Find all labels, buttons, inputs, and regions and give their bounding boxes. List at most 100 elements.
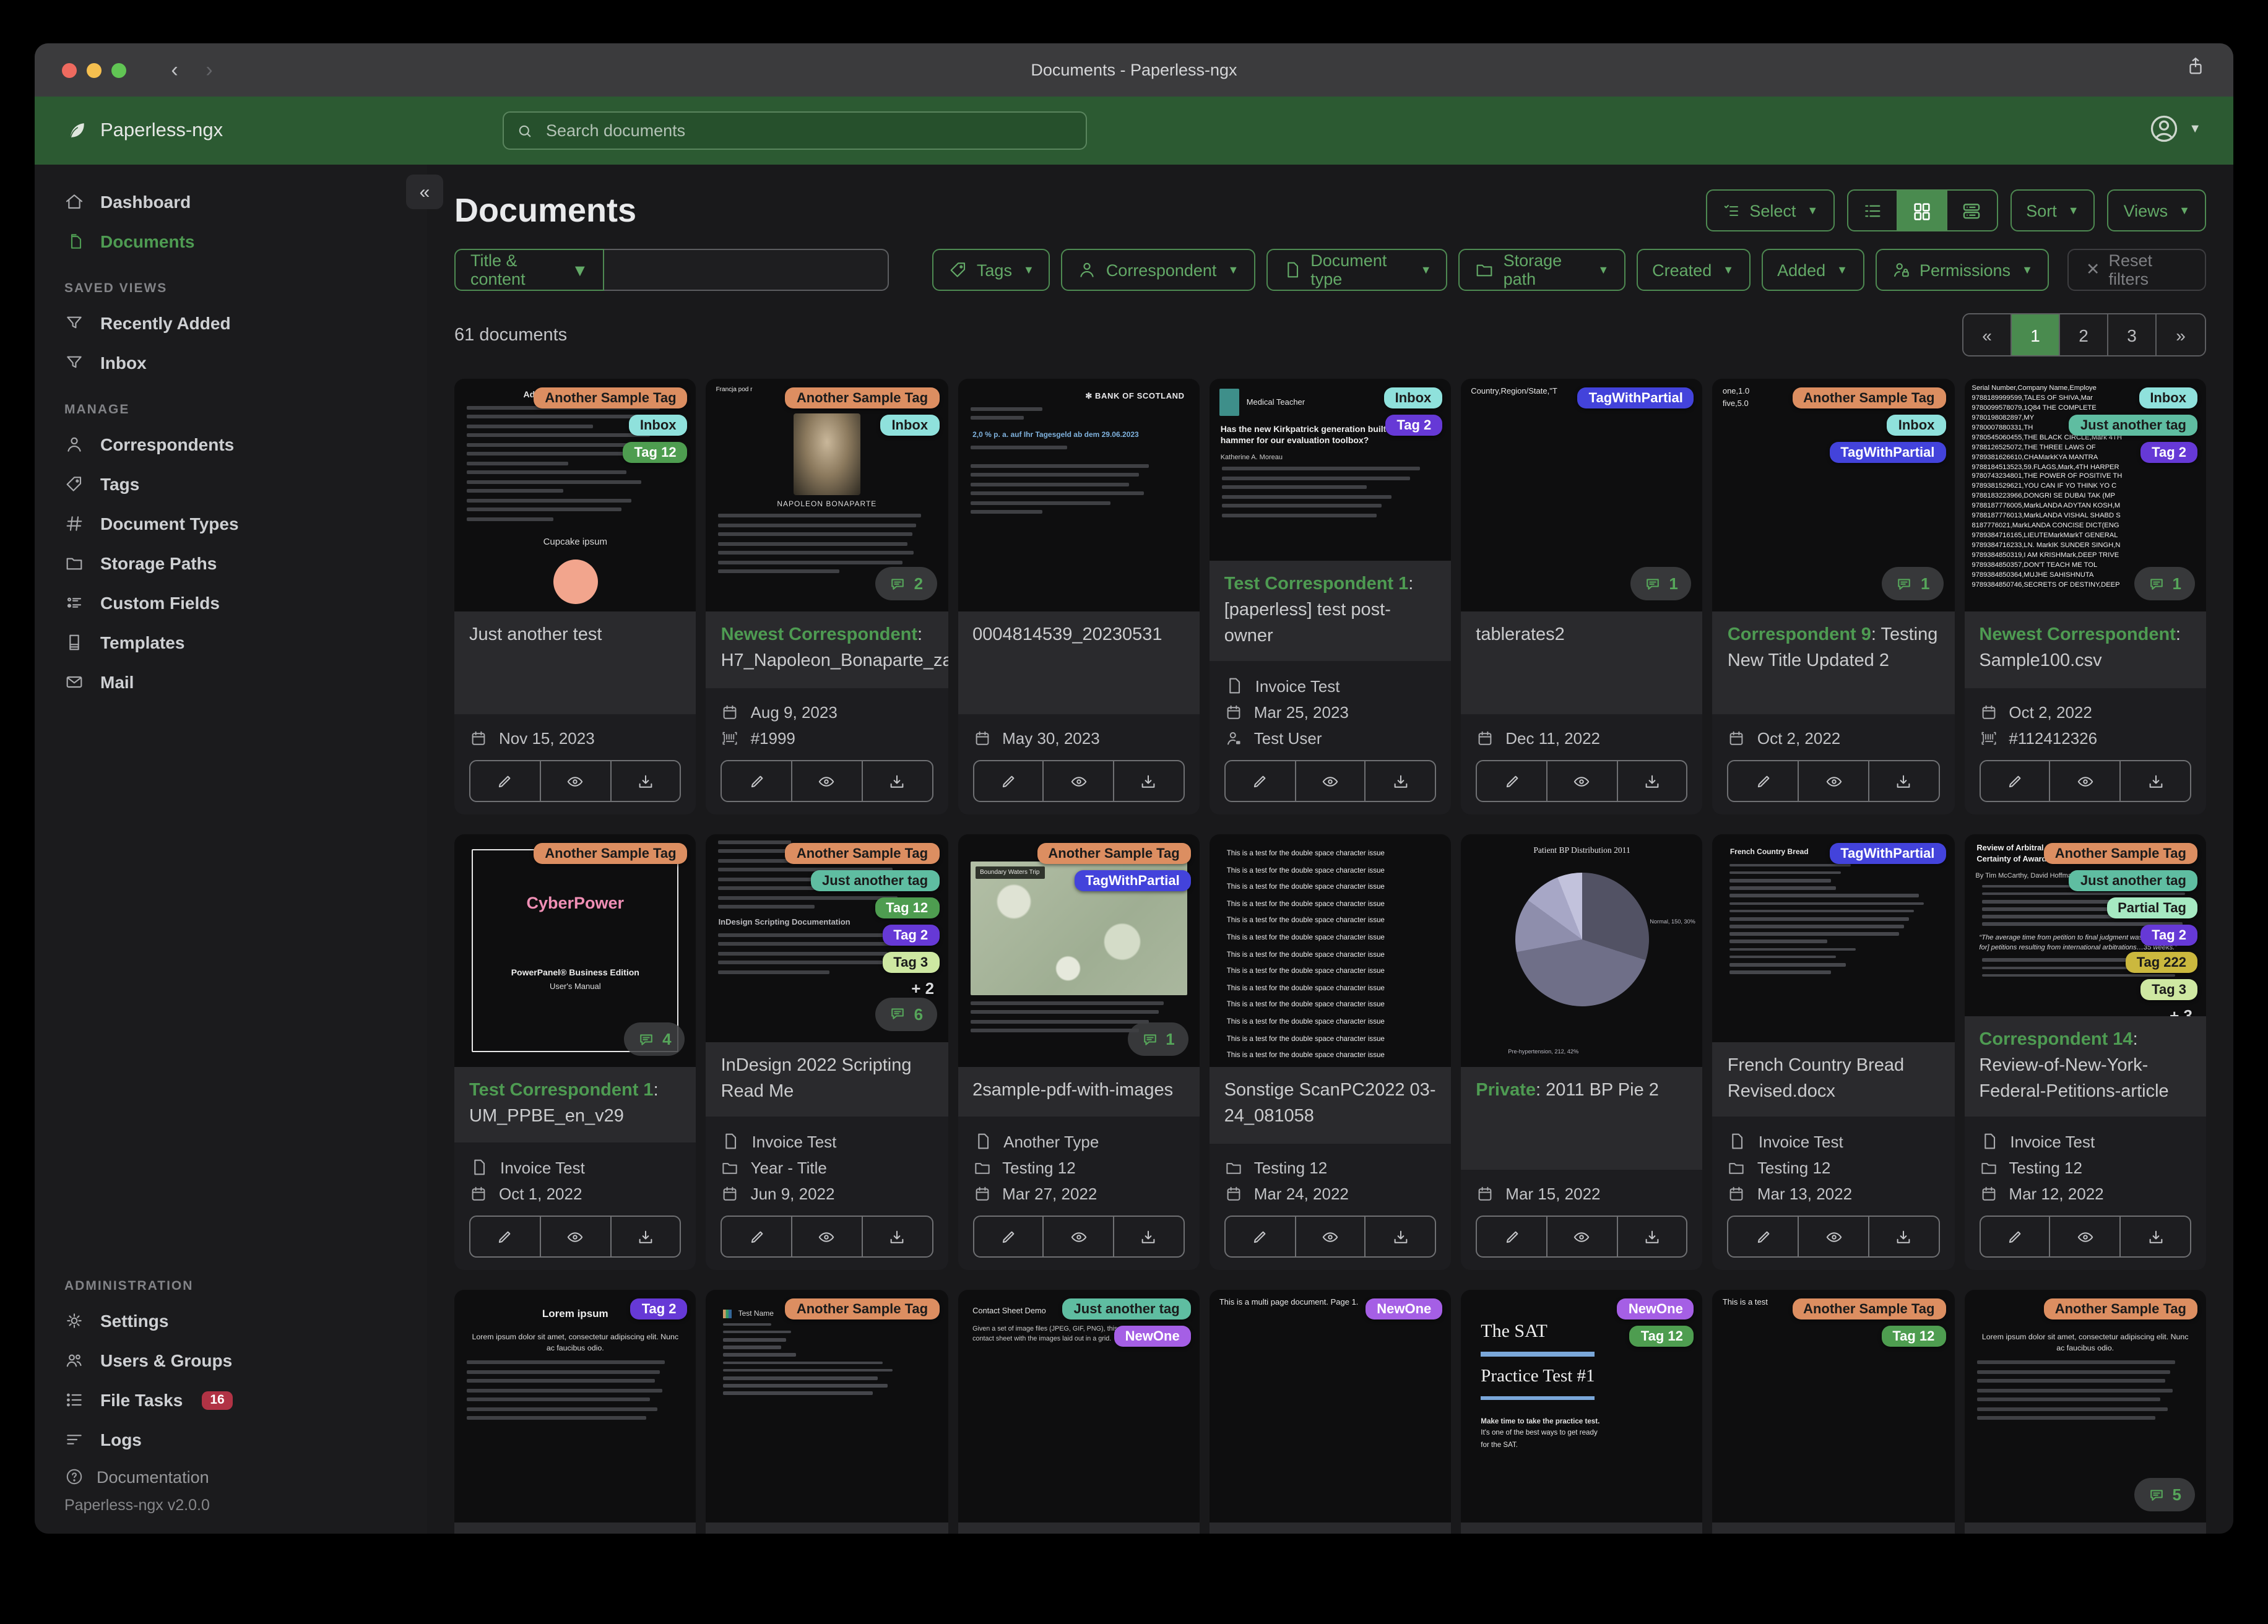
tag-another-sample-tag[interactable]: Another Sample Tag [534,387,688,408]
tag-another-sample-tag[interactable]: Another Sample Tag [785,843,940,864]
tag-tag-12[interactable]: Tag 12 [875,897,940,918]
sidebar-item-file-tasks[interactable]: File Tasks 16 [35,1380,427,1420]
tag-tagwithpartial[interactable]: TagWithPartial [1577,387,1694,408]
tag-another-sample-tag[interactable]: Another Sample Tag [785,1298,940,1320]
tag-newone[interactable]: NewOne [1366,1298,1443,1320]
document-title[interactable]: Private: 2011 BP Pie 2 [1476,1078,1688,1104]
download-button[interactable] [1869,1217,1938,1256]
tag-tag-12[interactable]: Tag 12 [623,442,688,463]
download-button[interactable] [2121,1217,2190,1256]
minimize-window-button[interactable] [87,63,102,77]
download-button[interactable] [1869,761,1938,801]
pagination-page-3[interactable]: 3 [2108,314,2157,355]
search-bar[interactable] [503,111,1087,150]
document-title[interactable]: Sonstige ScanPC2022 03-24_081058 [1224,1078,1437,1130]
browser-back-icon[interactable]: ‹ [163,58,186,82]
document-title[interactable]: French Country Bread Revised.docx [1728,1053,1940,1105]
correspondent-filter-button[interactable]: Correspondent ▼ [1061,249,1255,291]
close-window-button[interactable] [62,63,77,77]
download-button[interactable] [1366,761,1435,801]
tag-another-sample-tag[interactable]: Another Sample Tag [1792,1298,1946,1320]
tag-tag-2[interactable]: Tag 2 [630,1298,688,1320]
edit-button[interactable] [1980,1217,2051,1256]
storage-path-filter-button[interactable]: Storage path ▼ [1458,249,1625,291]
view-list-button[interactable] [1848,191,1898,230]
edit-button[interactable] [1477,761,1547,801]
edit-button[interactable] [1729,761,1799,801]
document-correspondent[interactable]: Newest Correspondent [1979,625,2175,645]
added-filter-button[interactable]: Added ▼ [1761,249,1864,291]
document-thumbnail[interactable]: The SAT Practice Test #1 Make time to take… [1461,1290,1703,1522]
download-button[interactable] [863,761,932,801]
tag-newone[interactable]: NewOne [1114,1326,1191,1347]
document-thumbnail[interactable]: ✻ BANK OF SCOTLAND 2,0 % p. a. auf Ihr Ta… [958,379,1200,611]
document-correspondent[interactable]: Private [1476,1081,1536,1100]
created-filter-button[interactable]: Created ▼ [1636,249,1751,291]
document-thumbnail[interactable]: Francja pod r NAPOLEON BONAPARTE Another S… [706,379,948,611]
comments-badge[interactable]: 1 [1882,567,1944,600]
sidebar-item-document-types[interactable]: Document Types [35,504,427,543]
document-thumbnail[interactable]: Boundary Waters Trip Another Sample Tag Ta… [958,834,1200,1067]
edit-button[interactable] [1226,1217,1296,1256]
preview-button[interactable] [1044,1217,1115,1256]
download-button[interactable] [1114,1217,1183,1256]
preview-button[interactable] [1296,761,1366,801]
tag-just-another-tag[interactable]: Just another tag [2069,415,2197,436]
comments-badge[interactable]: 2 [875,567,937,600]
sidebar-item-settings[interactable]: Settings [35,1301,427,1341]
tag-another-sample-tag[interactable]: Another Sample Tag [534,843,688,864]
user-menu[interactable]: ▼ [2148,113,2201,145]
preview-button[interactable] [1547,1217,1618,1256]
tag-tag-3[interactable]: Tag 3 [2140,979,2197,1000]
document-thumbnail[interactable]: Serial Number,Company Name,Employe 97881… [1964,379,2206,611]
zoom-window-button[interactable] [111,63,126,77]
pagination-page-2[interactable]: 2 [2060,314,2108,355]
document-thumbnail[interactable]: InDesign Scripting Documentation Another … [706,834,948,1042]
download-button[interactable] [1366,1217,1435,1256]
document-thumbnail[interactable]: Lorem ipsumLorem ipsum dolor sit amet, c… [454,1290,696,1522]
document-thumbnail[interactable]: French Country Bread TagWithPartial [1712,834,1955,1042]
document-title[interactable]: 0004814539_20230531 [972,623,1185,649]
document-type-filter-button[interactable]: Document type ▼ [1266,249,1448,291]
document-thumbnail[interactable]: CyberPower PowerPanel® Business Edition Us… [454,834,696,1067]
edit-button[interactable] [722,761,793,801]
tag-just-another-tag[interactable]: Just another tag [810,870,940,891]
tag-tag-2[interactable]: Tag 2 [1385,415,1443,436]
preview-button[interactable] [1799,1217,1869,1256]
download-button[interactable] [1114,761,1183,801]
document-title[interactable]: tablerates2 [1476,623,1688,649]
search-input[interactable] [543,120,1073,141]
sidebar-item-inbox[interactable]: Inbox [35,343,427,382]
document-title[interactable]: Just another test [469,623,682,649]
tag-tagwithpartial[interactable]: TagWithPartial [1829,442,1946,463]
tag-partial-tag[interactable]: Partial Tag [2106,897,2197,918]
tag-tag-2[interactable]: Tag 2 [2140,442,2197,463]
tags-filter-button[interactable]: Tags ▼ [932,249,1050,291]
sidebar-item-storage-paths[interactable]: Storage Paths [35,543,427,583]
comments-badge[interactable]: 1 [2134,567,2195,600]
pagination-first-button[interactable]: « [1963,314,2012,355]
tag-tag-12[interactable]: Tag 12 [1881,1326,1946,1347]
browser-forward-icon[interactable]: › [198,58,220,82]
views-button[interactable]: Views ▼ [2107,189,2206,231]
tag-another-sample-tag[interactable]: Another Sample Tag [1792,387,1946,408]
document-thumbnail[interactable]: Contact Sheet Demo Given a set of image f… [958,1290,1200,1522]
document-title[interactable]: InDesign 2022 Scripting Read Me [721,1053,933,1105]
tag-inbox[interactable]: Inbox [2139,387,2197,408]
document-correspondent[interactable]: Correspondent 14 [1979,1030,2132,1050]
document-title[interactable]: Newest Correspondent: Sample100.csv [1979,623,2191,675]
tag-another-sample-tag[interactable]: Another Sample Tag [1037,843,1191,864]
edit-button[interactable] [974,1217,1044,1256]
reset-filters-button[interactable]: ✕ Reset filters [2067,249,2207,291]
document-title[interactable]: Correspondent 9: Testing New Title Updat… [1728,623,1940,675]
download-button[interactable] [611,761,680,801]
tag-tagwithpartial[interactable]: TagWithPartial [1074,870,1191,891]
sidebar-item-correspondents[interactable]: Correspondents [35,425,427,464]
preview-button[interactable] [792,761,863,801]
pagination-last-button[interactable]: » [2157,314,2205,355]
sidebar-item-logs[interactable]: Logs [35,1420,427,1459]
document-thumbnail[interactable]: This is a test Another Sample Tag Tag 12 [1712,1290,1955,1522]
edit-button[interactable] [1980,761,2051,801]
title-content-input[interactable] [604,249,889,291]
download-button[interactable] [1617,1217,1686,1256]
